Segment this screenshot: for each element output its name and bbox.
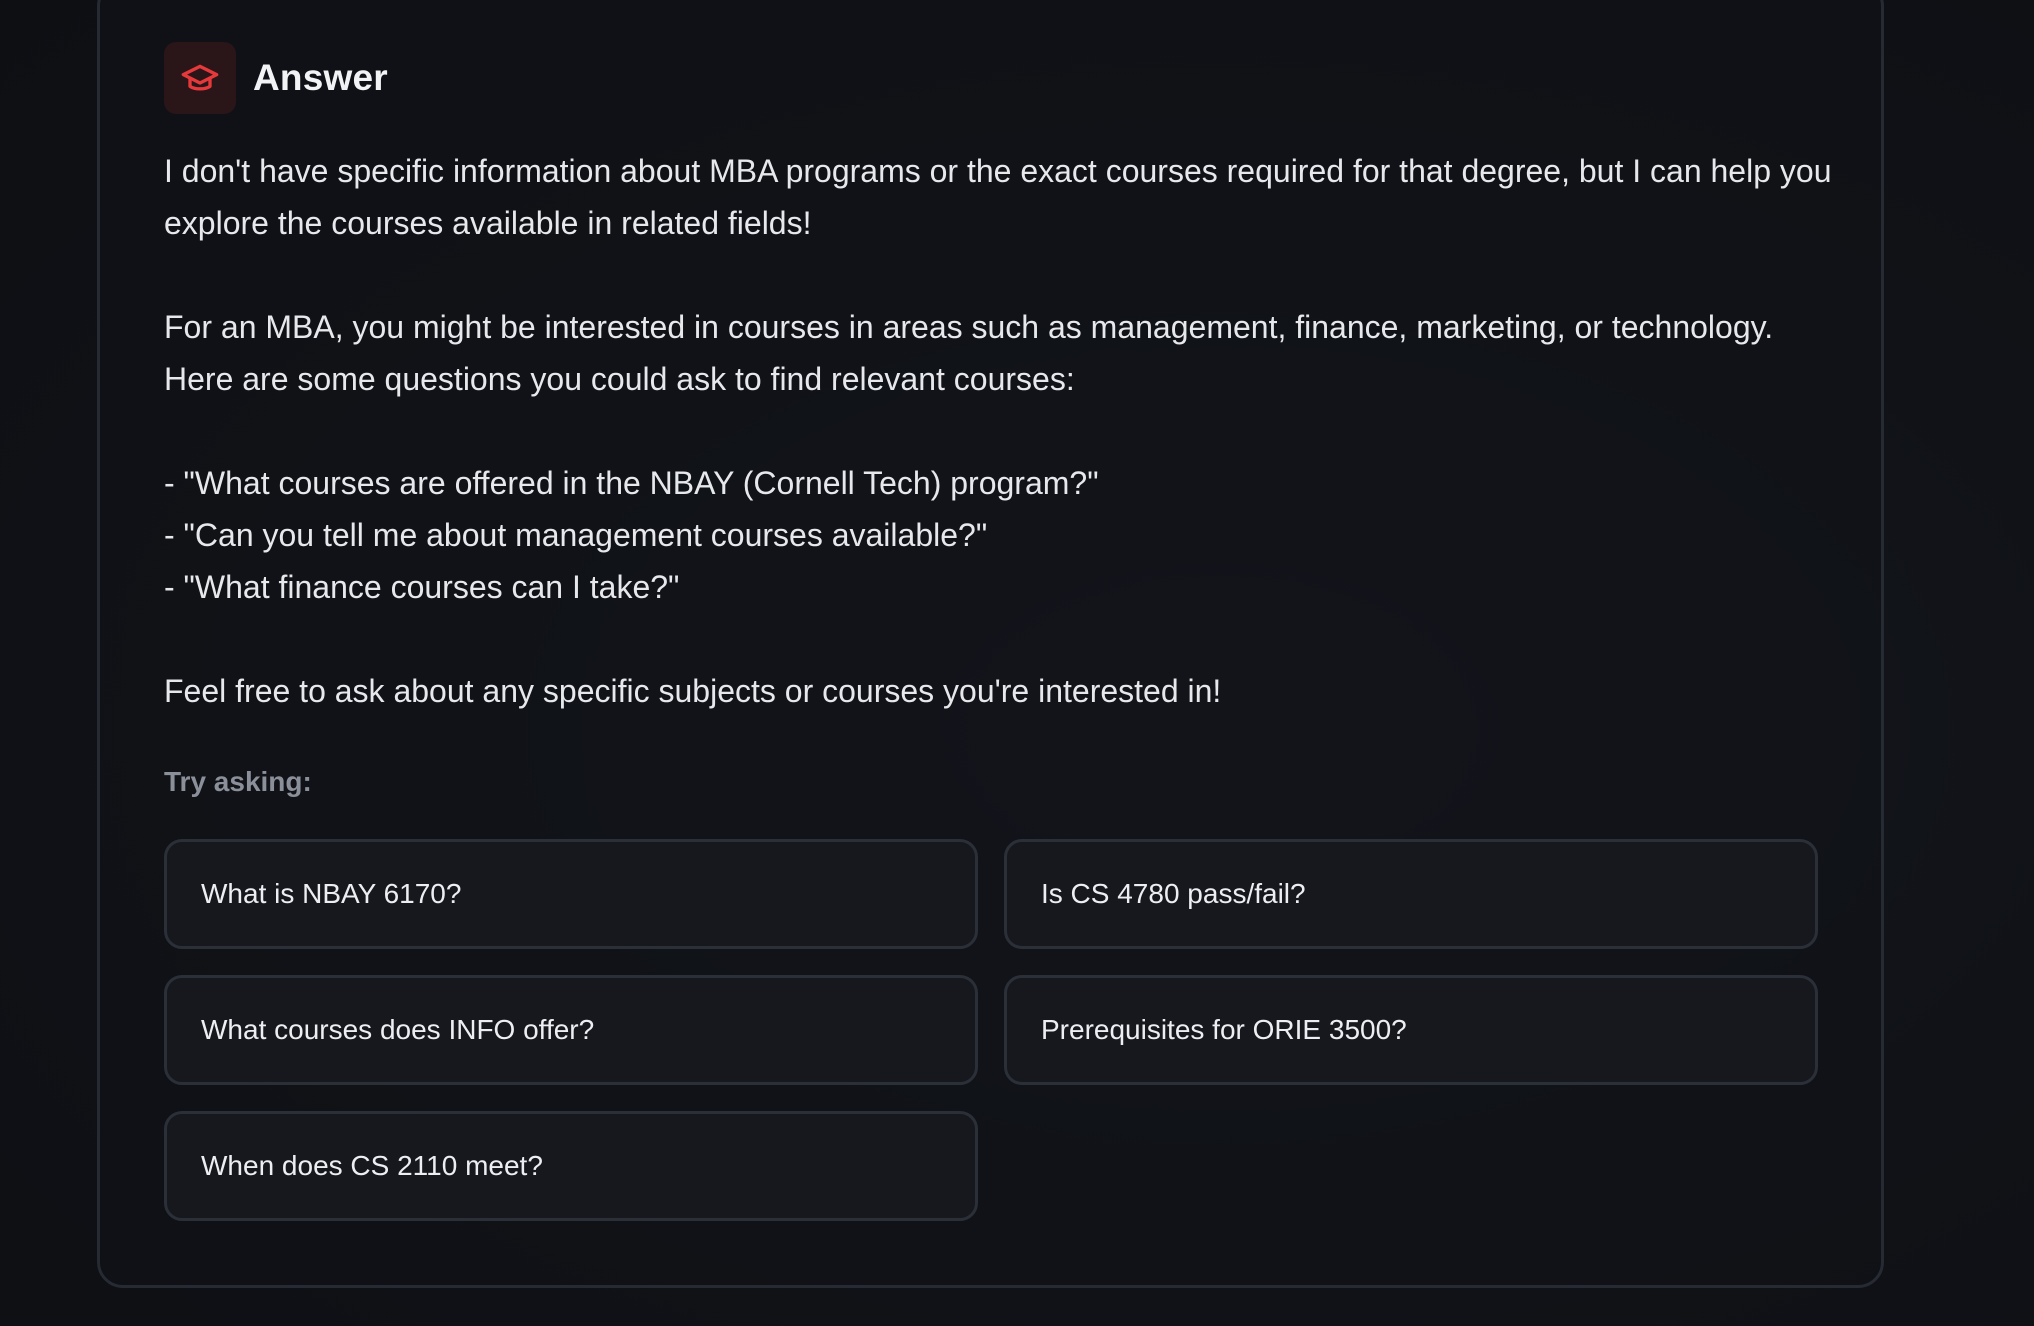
- suggestion-button[interactable]: What courses does INFO offer?: [164, 975, 978, 1085]
- logo-tile: [164, 42, 236, 114]
- bullet-item: - "Can you tell me about management cour…: [164, 517, 988, 553]
- answer-header: Answer: [164, 42, 388, 114]
- answer-paragraph: For an MBA, you might be interested in c…: [164, 309, 1774, 397]
- suggestion-button[interactable]: Prerequisites for ORIE 3500?: [1004, 975, 1818, 1085]
- answer-closing: Feel free to ask about any specific subj…: [164, 673, 1222, 709]
- answer-title: Answer: [253, 57, 388, 98]
- suggestion-button[interactable]: When does CS 2110 meet?: [164, 1111, 978, 1221]
- answer-paragraph: I don't have specific information about …: [164, 153, 1832, 241]
- graduation-cap-icon: [181, 64, 219, 91]
- suggestion-button[interactable]: What is NBAY 6170?: [164, 839, 978, 949]
- viewport: Answer I don't have specific information…: [0, 0, 2034, 1326]
- answer-body: I don't have specific information about …: [164, 145, 1844, 717]
- suggestion-button[interactable]: Is CS 4780 pass/fail?: [1004, 839, 1818, 949]
- try-asking-label: Try asking:: [164, 766, 312, 797]
- bullet-item: - "What courses are offered in the NBAY …: [164, 465, 1099, 501]
- bullet-item: - "What finance courses can I take?": [164, 569, 680, 605]
